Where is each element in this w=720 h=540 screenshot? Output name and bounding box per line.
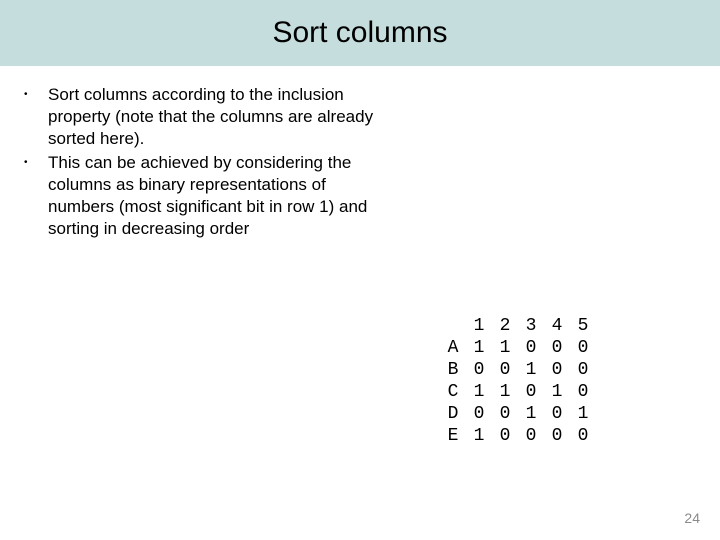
table-cell: D <box>440 403 466 425</box>
table-cell: 0 <box>518 425 544 447</box>
table-cell: B <box>440 359 466 381</box>
table-cell: 0 <box>492 359 518 381</box>
table-cell: 0 <box>544 337 570 359</box>
bullet-item: • This can be achieved by considering th… <box>18 152 378 240</box>
table-cell: 0 <box>518 381 544 403</box>
table-cell: 1 <box>518 359 544 381</box>
table-cell: 0 <box>570 381 596 403</box>
table-cell: 1 <box>466 337 492 359</box>
table-cell: 0 <box>544 403 570 425</box>
table-cell: 0 <box>466 403 492 425</box>
table-cell: 0 <box>570 425 596 447</box>
table-cell: 5 <box>570 315 596 337</box>
table-cell: 1 <box>466 315 492 337</box>
table-cell: 2 <box>492 315 518 337</box>
table-cell: 3 <box>518 315 544 337</box>
table-row: B 0 0 1 0 0 <box>440 359 596 381</box>
slide-title: Sort columns <box>272 16 447 50</box>
bullet-icon: • <box>18 152 48 240</box>
bullet-icon: • <box>18 84 48 150</box>
table-cell: A <box>440 337 466 359</box>
table-cell: 1 <box>518 403 544 425</box>
table-cell: 0 <box>544 359 570 381</box>
matrix-table: 1 2 3 4 5 A 1 1 0 0 0 B 0 0 1 0 0 <box>440 315 596 447</box>
table-cell <box>440 315 466 337</box>
table-cell: 1 <box>544 381 570 403</box>
table-cell: 1 <box>492 337 518 359</box>
table-cell: 0 <box>492 403 518 425</box>
table-cell: 1 <box>570 403 596 425</box>
table-cell: 0 <box>544 425 570 447</box>
matrix-table-wrap: 1 2 3 4 5 A 1 1 0 0 0 B 0 0 1 0 0 <box>440 315 596 447</box>
bullet-item: • Sort columns according to the inclusio… <box>18 84 378 150</box>
table-row: C 1 1 0 1 0 <box>440 381 596 403</box>
title-bar: Sort columns <box>0 0 720 66</box>
table-row: 1 2 3 4 5 <box>440 315 596 337</box>
table-cell: 4 <box>544 315 570 337</box>
bullet-text: This can be achieved by considering the … <box>48 152 378 240</box>
table-cell: 0 <box>570 359 596 381</box>
table-row: E 1 0 0 0 0 <box>440 425 596 447</box>
table-cell: 1 <box>466 381 492 403</box>
bullet-text: Sort columns according to the inclusion … <box>48 84 378 150</box>
table-cell: E <box>440 425 466 447</box>
slide: Sort columns • Sort columns according to… <box>0 0 720 540</box>
table-row: D 0 0 1 0 1 <box>440 403 596 425</box>
bullet-list: • Sort columns according to the inclusio… <box>18 84 378 242</box>
table-cell: 0 <box>570 337 596 359</box>
content-area: • Sort columns according to the inclusio… <box>0 66 720 242</box>
page-number: 24 <box>684 510 700 526</box>
table-cell: 0 <box>466 359 492 381</box>
table-row: A 1 1 0 0 0 <box>440 337 596 359</box>
table-cell: C <box>440 381 466 403</box>
table-cell: 0 <box>518 337 544 359</box>
table-cell: 0 <box>492 425 518 447</box>
table-cell: 1 <box>466 425 492 447</box>
table-cell: 1 <box>492 381 518 403</box>
